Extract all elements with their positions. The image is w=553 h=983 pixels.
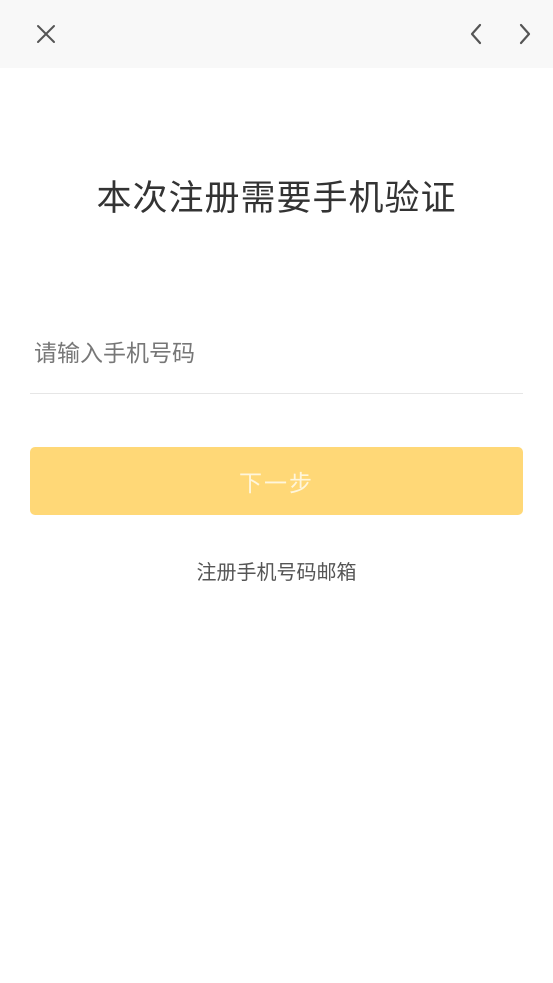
back-button[interactable]	[456, 14, 496, 54]
forward-button[interactable]	[505, 14, 545, 54]
top-navigation-bar	[0, 0, 553, 68]
page-title: 本次注册需要手机验证	[96, 179, 457, 219]
phone-number-input[interactable]	[30, 330, 523, 378]
phone-field-container	[30, 330, 523, 394]
register-email-link[interactable]: 注册手机号码邮箱	[0, 556, 553, 585]
close-button[interactable]	[26, 14, 66, 54]
close-icon	[37, 25, 55, 43]
next-step-button[interactable]: 下一步	[30, 447, 523, 515]
chevron-right-icon	[519, 23, 531, 45]
chevron-left-icon	[470, 23, 482, 45]
